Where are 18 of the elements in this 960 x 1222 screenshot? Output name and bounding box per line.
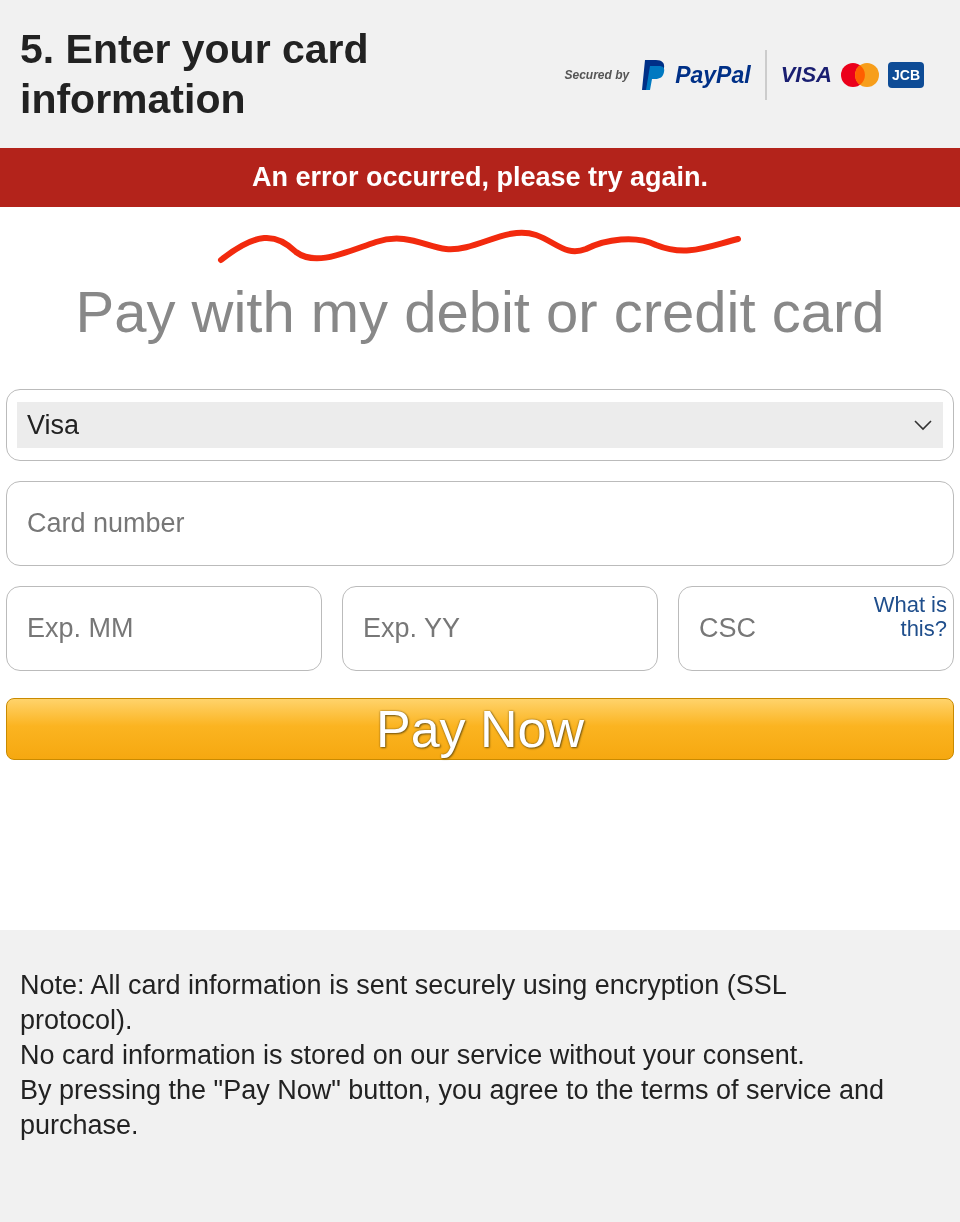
section-heading: Pay with my debit or credit card	[74, 278, 886, 346]
csc-field[interactable]: CSC What is this?	[678, 586, 954, 671]
secured-by-label: Secured by	[564, 68, 630, 82]
visa-logo: VISA	[780, 62, 832, 88]
note-text: No card information is stored on our service without your consent.	[20, 1039, 806, 1072]
paypal-logo: PayPal	[675, 61, 751, 89]
mastercard-logo-icon	[840, 62, 880, 88]
note-text: Note: All card information is sent securely using encryption (SSL protocol).	[20, 969, 787, 1037]
error-banner: An error occurred, please try again.	[0, 148, 960, 207]
help-link[interactable]: What is this?	[857, 593, 947, 641]
card-number-field[interactable]: Card number	[6, 481, 954, 566]
input-field[interactable]: Exp. MM	[6, 586, 322, 671]
input-field[interactable]: Exp. YY	[342, 586, 658, 671]
card-type-select[interactable]: Visa	[6, 389, 954, 461]
chevron-down-icon	[913, 419, 933, 431]
jcb-logo: JCB	[888, 62, 924, 88]
page-title: 5. Enter your card information	[20, 25, 370, 124]
note-text: By pressing the "Pay Now" button, you agree to the terms of service and purchase.	[20, 1074, 886, 1142]
